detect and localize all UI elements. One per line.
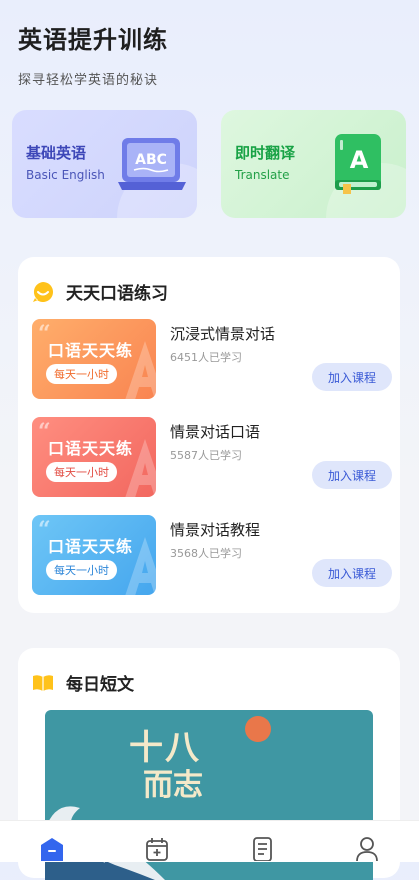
tab-calendar[interactable]: [143, 835, 171, 862]
join-course-button[interactable]: 加入课程: [312, 363, 392, 391]
calendar-add-icon[interactable]: [144, 835, 170, 861]
daily-speaking-section: 天天口语练习 “ 口语天天练 每天一小时 沉浸式情景对话 6451人已学习 加入…: [18, 257, 400, 613]
basic-english-subtitle: Basic English: [26, 168, 105, 182]
abc-laptop-icon: ABC: [118, 138, 186, 190]
thumbnail-title: 口语天天练: [48, 439, 134, 458]
translate-title: 即时翻译: [235, 144, 296, 162]
learner-count: 3568人已学习: [170, 547, 242, 560]
thumbnail-title: 口语天天练: [48, 537, 134, 556]
open-book-icon: [33, 674, 53, 691]
basic-english-card[interactable]: 基础英语 Basic English ABC: [12, 110, 197, 218]
translate-book-icon: A: [335, 134, 381, 194]
tab-profile[interactable]: [353, 835, 381, 862]
section-header: 每日短文: [32, 670, 134, 695]
user-icon[interactable]: [354, 835, 380, 861]
course-name: 情景对话口语: [170, 423, 261, 441]
bottom-tab-bar: [0, 820, 419, 862]
letter-a-decor-icon: [125, 341, 156, 399]
thumbnail-badge: 每天一小时: [46, 560, 117, 580]
course-item[interactable]: “ 口语天天练 每天一小时 沉浸式情景对话 6451人已学习 加入课程: [32, 319, 392, 399]
document-icon[interactable]: [249, 835, 275, 861]
join-course-button[interactable]: 加入课程: [312, 461, 392, 489]
basic-english-title: 基础英语: [26, 144, 87, 162]
tab-home[interactable]: [38, 835, 66, 862]
thumbnail-badge: 每天一小时: [46, 364, 117, 384]
course-item[interactable]: “ 口语天天练 每天一小时 情景对话口语 5587人已学习 加入课程: [32, 417, 392, 497]
learner-count: 6451人已学习: [170, 351, 242, 364]
thumbnail-title: 口语天天练: [48, 341, 134, 360]
smile-bubble-icon: [33, 281, 53, 302]
home-icon[interactable]: [39, 835, 65, 861]
learner-count: 5587人已学习: [170, 449, 242, 462]
letter-a-decor-icon: [125, 439, 156, 497]
page-title: 英语提升训练: [18, 26, 168, 54]
course-item[interactable]: “ 口语天天练 每天一小时 情景对话教程 3568人已学习 加入课程: [32, 515, 392, 595]
section-header: 天天口语练习: [32, 279, 168, 304]
page-header: 英语提升训练 探寻轻松学英语的秘诀: [18, 20, 168, 88]
course-name: 沉浸式情景对话: [170, 325, 276, 343]
course-thumbnail: “ 口语天天练 每天一小时: [32, 515, 156, 595]
svg-text:ABC: ABC: [135, 152, 167, 168]
translate-card[interactable]: 即时翻译 Translate A: [221, 110, 406, 218]
course-thumbnail: “ 口语天天练 每天一小时: [32, 319, 156, 399]
tab-documents[interactable]: [248, 835, 276, 862]
course-name: 情景对话教程: [170, 521, 261, 539]
course-thumbnail: “ 口语天天练 每天一小时: [32, 417, 156, 497]
page-subtitle: 探寻轻松学英语的秘诀: [18, 73, 159, 88]
sun-shape: [245, 716, 271, 742]
section-title: 每日短文: [66, 675, 134, 695]
letter-a-decor-icon: [125, 537, 156, 595]
section-title: 天天口语练习: [66, 284, 168, 304]
translate-subtitle: Translate: [235, 168, 290, 182]
svg-text:A: A: [350, 146, 369, 174]
thumbnail-badge: 每天一小时: [46, 462, 117, 482]
join-course-button[interactable]: 加入课程: [312, 559, 392, 587]
